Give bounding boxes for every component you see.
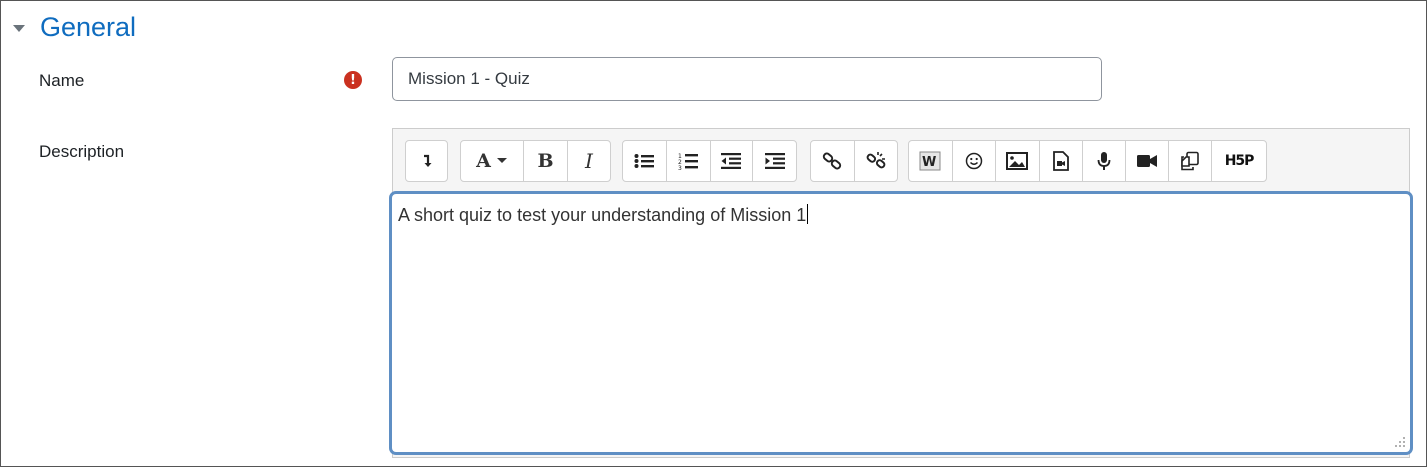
svg-text:3: 3 bbox=[678, 165, 682, 170]
image-icon bbox=[1006, 152, 1029, 170]
description-text-area[interactable]: A short quiz to test your understanding … bbox=[389, 191, 1413, 455]
media-button[interactable] bbox=[1040, 141, 1083, 181]
emoji-icon bbox=[965, 152, 983, 170]
outdent-icon bbox=[721, 153, 742, 169]
arrow-down-icon bbox=[423, 154, 431, 167]
description-label: Description bbox=[39, 142, 125, 161]
bulleted-list-icon bbox=[634, 154, 655, 168]
word-import-button[interactable]: W bbox=[909, 141, 953, 181]
description-editor: A B I 1 2 3 W H5P A short quiz to test y… bbox=[389, 128, 1413, 458]
name-label: Name bbox=[39, 71, 85, 90]
toolbar-group-lists: 1 2 3 bbox=[622, 140, 797, 182]
unlink-icon bbox=[866, 152, 886, 169]
image-button[interactable] bbox=[996, 141, 1040, 181]
svg-text:W: W bbox=[922, 155, 936, 170]
toolbar-group-collapse bbox=[405, 140, 448, 182]
numbered-list-icon: 1 2 3 bbox=[678, 153, 699, 170]
ordered-list-button[interactable]: 1 2 3 bbox=[667, 141, 711, 181]
microphone-icon bbox=[1097, 152, 1111, 170]
required-icon: ! bbox=[344, 71, 362, 89]
outdent-button[interactable] bbox=[711, 141, 754, 181]
form-panel: General Name ! Description A bbox=[0, 0, 1427, 467]
video-camera-icon bbox=[1137, 155, 1158, 167]
manage-files-button[interactable] bbox=[1169, 141, 1213, 181]
toolbar-group-links bbox=[810, 140, 898, 182]
paragraph-style-label: A bbox=[476, 150, 491, 172]
indent-button[interactable] bbox=[753, 141, 796, 181]
dropdown-arrow-icon bbox=[496, 158, 507, 163]
show-more-buttons-button[interactable] bbox=[406, 141, 447, 181]
toolbar-group-media: W H5P bbox=[908, 140, 1267, 182]
section-title: General bbox=[40, 11, 137, 42]
bold-label: B bbox=[537, 150, 554, 172]
emoji-button[interactable] bbox=[953, 141, 996, 181]
toolbar-group-style: A B I bbox=[460, 140, 611, 182]
link-icon bbox=[823, 152, 842, 170]
paragraph-style-button[interactable]: A bbox=[461, 141, 524, 181]
bold-button[interactable]: B bbox=[524, 141, 568, 181]
section-general-toggle[interactable]: General bbox=[13, 9, 136, 45]
italic-label: I bbox=[585, 149, 593, 173]
indent-icon bbox=[764, 153, 785, 169]
italic-button[interactable]: I bbox=[568, 141, 610, 181]
h5p-button[interactable]: H5P bbox=[1212, 141, 1266, 181]
record-audio-button[interactable] bbox=[1083, 141, 1127, 181]
record-video-button[interactable] bbox=[1126, 141, 1170, 181]
unlink-button[interactable] bbox=[855, 141, 898, 181]
text-cursor bbox=[807, 204, 809, 224]
h5p-label: H5P bbox=[1224, 153, 1255, 169]
word-import-icon: W bbox=[919, 151, 941, 171]
description-content: A short quiz to test your understanding … bbox=[398, 205, 807, 225]
media-file-icon bbox=[1052, 151, 1069, 171]
copy-files-icon bbox=[1181, 151, 1199, 171]
name-input[interactable] bbox=[392, 57, 1102, 101]
caret-down-icon[interactable] bbox=[13, 24, 25, 32]
unordered-list-button[interactable] bbox=[623, 141, 667, 181]
resize-handle-icon[interactable] bbox=[1394, 436, 1406, 448]
link-button[interactable] bbox=[811, 141, 855, 181]
